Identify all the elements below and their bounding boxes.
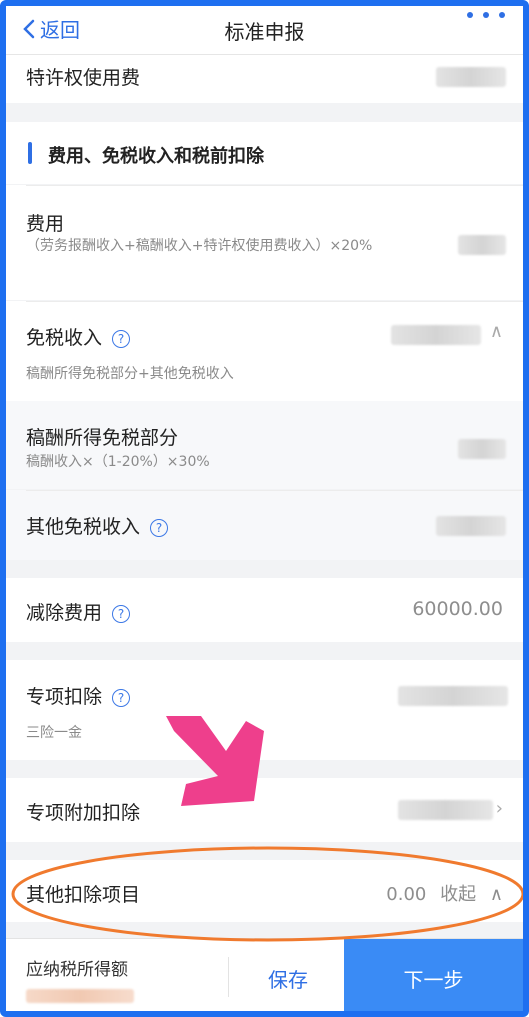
expense-value-redacted [458, 235, 506, 255]
tax-free-income-row[interactable]: 免税收入? ∧ 稿酬所得免税部分+其他免税收入 [6, 301, 523, 401]
royalty-exempt-label: 稿酬所得免税部分 [26, 427, 179, 449]
help-icon[interactable]: ? [112, 329, 131, 348]
deduction-fee-title: 减除费用? [26, 598, 131, 625]
divider [26, 490, 523, 491]
section-marker [28, 142, 32, 164]
next-step-button[interactable]: 下一步 [344, 939, 523, 1011]
special-deduction-value-redacted [398, 686, 508, 706]
special-deduction-label: 专项扣除 [26, 686, 103, 708]
page-title: 标准申报 [224, 20, 305, 44]
other-tax-free-value-redacted [436, 516, 506, 536]
tax-free-income-desc: 稿酬所得免税部分+其他免税收入 [26, 366, 234, 382]
divider [26, 301, 523, 302]
taxable-income-label: 应纳税所得额 [26, 960, 128, 980]
franchise-fee-label: 特许权使用费 [26, 67, 141, 89]
other-tax-free-title: 其他免税收入? [26, 512, 169, 539]
annotation-arrow-icon [166, 716, 264, 806]
expense-formula: （劳务报酬收入+稿酬收入+特许权使用费收入）×20% [26, 238, 373, 254]
help-icon[interactable]: ? [112, 688, 131, 707]
nav-bar: 返回 标准申报 [6, 6, 523, 55]
royalty-exempt-row: 稿酬所得免税部分 稿酬收入×（1-20%）×30% [6, 401, 523, 489]
chevron-right-icon[interactable]: › [496, 798, 503, 819]
save-button[interactable]: 保存 [232, 939, 344, 1011]
taxable-income-value-redacted [26, 989, 134, 1003]
deduction-fee-row: 减除费用? 60000.00 [6, 578, 523, 642]
royalty-exempt-formula: 稿酬收入×（1-20%）×30% [26, 454, 210, 470]
divider [26, 185, 523, 186]
tax-free-income-label: 免税收入 [26, 327, 103, 349]
divider [228, 957, 229, 997]
annotation-ellipse [11, 846, 523, 942]
bottom-bar: 应纳税所得额 保存 下一步 [6, 938, 523, 1011]
royalty-exempt-value-redacted [458, 439, 506, 459]
tax-free-income-value-redacted [391, 325, 481, 345]
more-dots-icon[interactable] [467, 12, 505, 18]
special-deduction-desc: 三险一金 [26, 725, 82, 741]
phone-frame: 返回 标准申报 特许权使用费 费用、免税收入和税前扣除 费用 （劳务报酬收入+稿… [0, 0, 529, 1017]
additional-deduction-value-redacted [398, 800, 493, 820]
expense-row: 费用 （劳务报酬收入+稿酬收入+特许权使用费收入）×20% [6, 185, 523, 300]
expense-label: 费用 [26, 213, 65, 235]
deduction-fee-value: 60000.00 [412, 598, 503, 620]
other-tax-free-row[interactable]: 其他免税收入? [6, 490, 523, 560]
section-header: 费用、免税收入和税前扣除 [6, 122, 523, 184]
franchise-fee-row: 特许权使用费 [6, 55, 523, 103]
special-deduction-title: 专项扣除? [26, 682, 131, 709]
section-title: 费用、免税收入和税前扣除 [48, 146, 264, 167]
deduction-fee-label: 减除费用 [26, 602, 103, 624]
tax-free-income-title: 免税收入? [26, 323, 131, 350]
help-icon[interactable]: ? [150, 518, 169, 537]
chevron-up-icon[interactable]: ∧ [490, 321, 503, 342]
additional-deduction-label: 专项附加扣除 [26, 802, 141, 824]
help-icon[interactable]: ? [112, 604, 131, 623]
other-tax-free-label: 其他免税收入 [26, 516, 141, 538]
franchise-fee-value-redacted [436, 67, 506, 87]
